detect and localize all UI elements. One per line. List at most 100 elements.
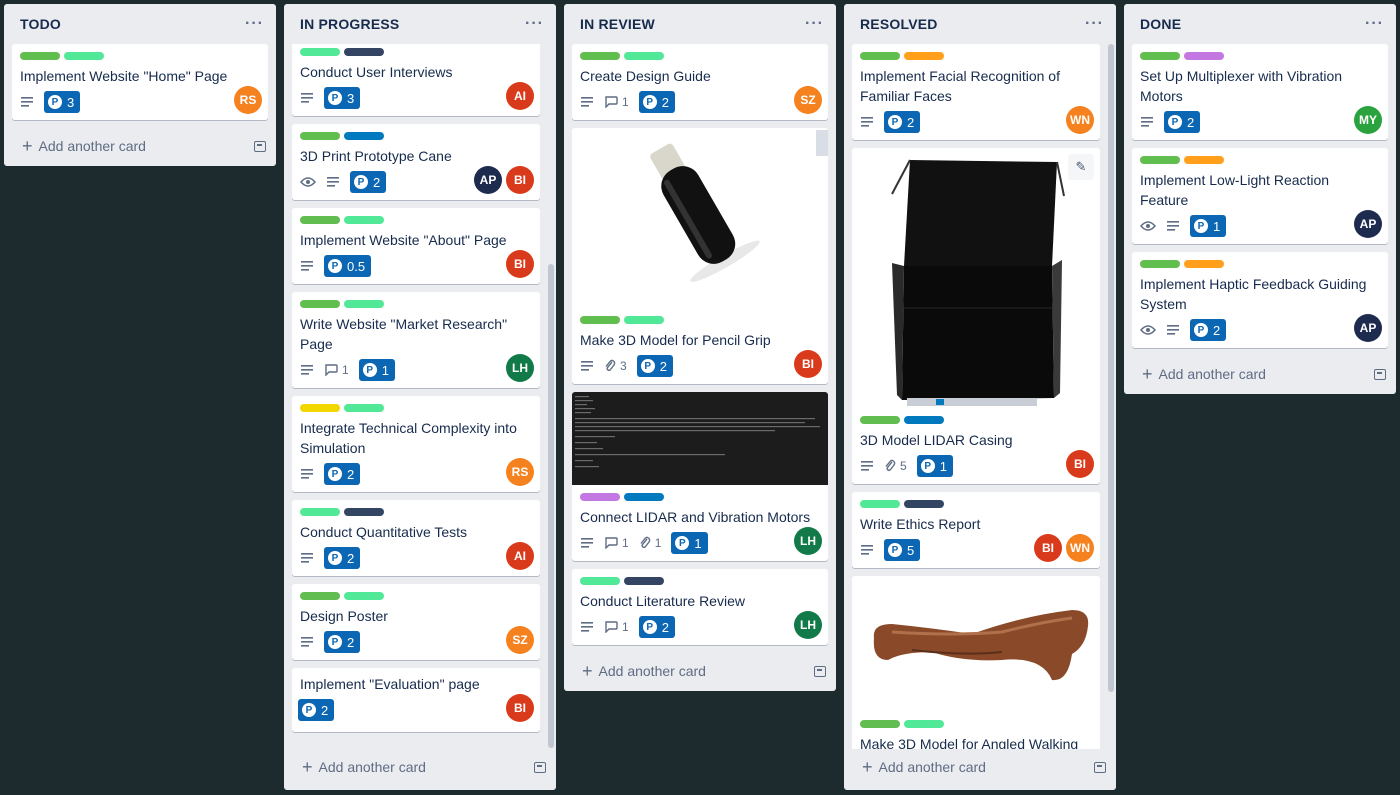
add-card-button[interactable]: + Add another card — [564, 653, 836, 689]
label-teal[interactable] — [64, 52, 104, 60]
list-title[interactable]: RESOLVED — [860, 16, 938, 32]
label-teal[interactable] — [300, 508, 340, 516]
label-blue[interactable] — [904, 416, 944, 424]
label-orange[interactable] — [904, 52, 944, 60]
add-card-button[interactable]: + Add another card — [284, 749, 556, 785]
card[interactable]: Set Up Multiplexer with Vibration Motors… — [1132, 44, 1388, 140]
card[interactable]: Implement "Evaluation" page P2 BI — [292, 668, 540, 732]
list-title[interactable]: IN PROGRESS — [300, 16, 399, 32]
label-yellow[interactable] — [300, 404, 340, 412]
list-menu-icon[interactable]: ··· — [245, 15, 264, 33]
avatar[interactable]: SZ — [794, 86, 822, 114]
card[interactable]: Create Design Guide 1 P2 SZ — [572, 44, 828, 120]
avatar[interactable]: AI — [506, 82, 534, 110]
label-teal[interactable] — [624, 52, 664, 60]
label-green[interactable] — [860, 52, 900, 60]
card-template-icon[interactable] — [534, 761, 546, 773]
avatar[interactable]: BI — [506, 250, 534, 278]
card[interactable]: 3D Print Prototype Cane P2 AP BI — [292, 124, 540, 200]
label-navy[interactable] — [624, 577, 664, 585]
label-navy[interactable] — [904, 500, 944, 508]
avatar[interactable]: BI — [506, 694, 534, 722]
label-orange[interactable] — [1184, 156, 1224, 164]
label-green[interactable] — [860, 720, 900, 728]
label-teal[interactable] — [344, 592, 384, 600]
card[interactable]: Implement Facial Recognition of Familiar… — [852, 44, 1100, 140]
label-green[interactable] — [1140, 260, 1180, 268]
label-green[interactable] — [580, 52, 620, 60]
label-teal[interactable] — [344, 300, 384, 308]
avatar[interactable]: BI — [506, 166, 534, 194]
label-teal[interactable] — [624, 316, 664, 324]
card[interactable]: Conduct Quantitative Tests P2 AI — [292, 500, 540, 576]
avatar[interactable]: LH — [794, 611, 822, 639]
card[interactable]: Implement Website "Home" Page P3 RS — [12, 44, 268, 120]
pencil-icon[interactable]: ✎ — [1068, 154, 1094, 180]
list-menu-icon[interactable]: ··· — [1085, 15, 1104, 33]
label-blue[interactable] — [344, 132, 384, 140]
label-green[interactable] — [580, 316, 620, 324]
list-menu-icon[interactable]: ··· — [525, 15, 544, 33]
card[interactable]: Design Poster P2 SZ — [292, 584, 540, 660]
label-orange[interactable] — [1184, 260, 1224, 268]
avatar[interactable]: BI — [794, 350, 822, 378]
card[interactable]: Make 3D Model for Angled Walking — [852, 576, 1100, 749]
card[interactable]: Write Ethics Report P5 BI WN — [852, 492, 1100, 568]
label-green[interactable] — [1140, 52, 1180, 60]
avatar[interactable]: RS — [234, 86, 262, 114]
label-green[interactable] — [300, 216, 340, 224]
label-blue[interactable] — [624, 493, 664, 501]
card[interactable]: Conduct Literature Review 1 P2 LH — [572, 569, 828, 645]
avatar[interactable]: AP — [1354, 314, 1382, 342]
avatar[interactable]: BI — [1034, 534, 1062, 562]
label-green[interactable] — [1140, 156, 1180, 164]
label-green[interactable] — [300, 300, 340, 308]
add-card-button[interactable]: + Add another card — [844, 749, 1116, 785]
card[interactable]: Implement Haptic Feedback Guiding System… — [1132, 252, 1388, 348]
card[interactable]: Make 3D Model for Pencil Grip 3 P2 BI — [572, 128, 828, 384]
label-purple[interactable] — [580, 493, 620, 501]
card[interactable]: Write Website "Market Research" Page 1 P1… — [292, 292, 540, 388]
card[interactable]: Conduct User Interviews P3 AI — [292, 44, 540, 116]
scrollbar[interactable] — [548, 264, 554, 748]
label-navy[interactable] — [344, 48, 384, 56]
label-purple[interactable] — [1184, 52, 1224, 60]
avatar[interactable]: LH — [506, 354, 534, 382]
list-menu-icon[interactable]: ··· — [1365, 15, 1384, 33]
avatar[interactable]: MY — [1354, 106, 1382, 134]
list-title[interactable]: IN REVIEW — [580, 16, 655, 32]
label-green[interactable] — [860, 416, 900, 424]
label-teal[interactable] — [344, 216, 384, 224]
avatar[interactable]: AP — [1354, 210, 1382, 238]
label-green[interactable] — [300, 592, 340, 600]
card[interactable]: ✎ 3D Model LIDAR Casing 5 P1 BI — [852, 148, 1100, 484]
avatar[interactable]: AP — [474, 166, 502, 194]
label-teal[interactable] — [300, 48, 340, 56]
list-title[interactable]: TODO — [20, 16, 61, 32]
avatar[interactable]: WN — [1066, 106, 1094, 134]
add-card-button[interactable]: + Add another card — [1124, 356, 1396, 392]
card-template-icon[interactable] — [1374, 368, 1386, 380]
card[interactable]: Connect LIDAR and Vibration Motors 11P1 … — [572, 392, 828, 561]
card-template-icon[interactable] — [814, 665, 826, 677]
avatar[interactable]: BI — [1066, 450, 1094, 478]
avatar[interactable]: LH — [794, 527, 822, 555]
scrollbar[interactable] — [1108, 44, 1114, 692]
card-template-icon[interactable] — [1094, 761, 1106, 773]
list-menu-icon[interactable]: ··· — [805, 15, 824, 33]
card[interactable]: Implement Website "About" Page P 0.5 BI — [292, 208, 540, 284]
list-title[interactable]: DONE — [1140, 16, 1181, 32]
avatar[interactable]: AI — [506, 542, 534, 570]
label-teal[interactable] — [580, 577, 620, 585]
label-teal[interactable] — [344, 404, 384, 412]
avatar[interactable]: RS — [506, 458, 534, 486]
label-green[interactable] — [300, 132, 340, 140]
avatar[interactable]: SZ — [506, 626, 534, 654]
card[interactable]: Implement Low-Light Reaction Feature P1 … — [1132, 148, 1388, 244]
label-navy[interactable] — [344, 508, 384, 516]
label-teal[interactable] — [904, 720, 944, 728]
label-teal[interactable] — [860, 500, 900, 508]
card-template-icon[interactable] — [254, 140, 266, 152]
avatar[interactable]: WN — [1066, 534, 1094, 562]
add-card-button[interactable]: + Add another card — [4, 128, 276, 164]
